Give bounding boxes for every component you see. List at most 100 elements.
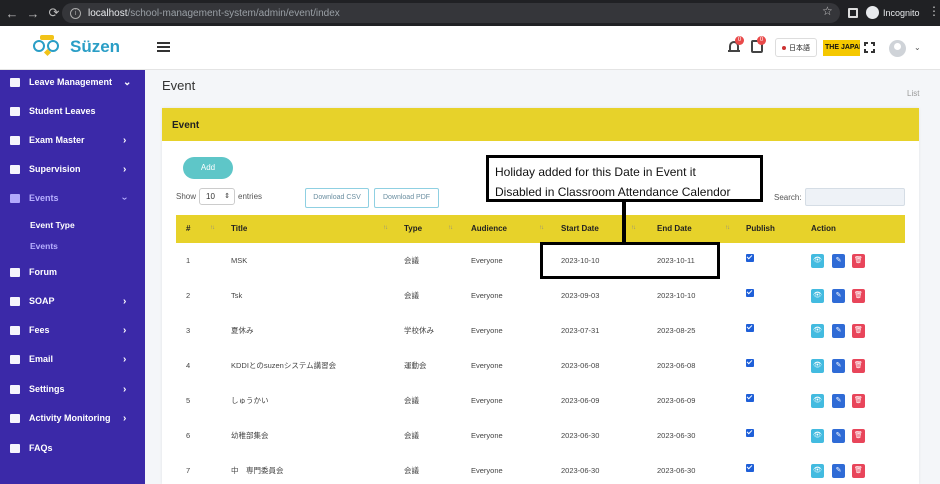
col-type[interactable]: Type (404, 215, 422, 243)
back-icon[interactable]: ← (3, 6, 21, 21)
cell-type: 会議 (404, 291, 419, 300)
chevron-right-icon: › (123, 353, 127, 365)
cell-start-date: 2023-09-03 (561, 291, 600, 300)
col-title[interactable]: Title (231, 215, 247, 243)
delete-button[interactable]: 🗑 (852, 289, 865, 303)
view-button[interactable]: 👁 (811, 254, 824, 268)
reload-icon[interactable]: ⟳ (45, 5, 63, 21)
col-number[interactable]: # (186, 215, 190, 243)
cell-number: 3 (186, 326, 191, 335)
sidebar-item-activity-monitoring[interactable]: Activity Monitoring › (0, 408, 145, 428)
edit-button[interactable]: ✎ (832, 254, 845, 268)
fullscreen-icon[interactable] (864, 42, 875, 53)
publish-checkbox[interactable] (746, 429, 754, 437)
incognito-indicator[interactable]: Incognito (866, 6, 920, 19)
sort-icon[interactable]: ↑↓ (210, 225, 215, 231)
breadcrumb[interactable]: List (907, 89, 919, 98)
site-info-icon[interactable]: i (70, 7, 81, 19)
cell-type: 会議 (404, 431, 419, 440)
cell-end-date: 2023-10-10 (657, 291, 696, 300)
col-end-date[interactable]: End Date (657, 215, 692, 243)
edit-button[interactable]: ✎ (832, 464, 845, 478)
view-button[interactable]: 👁 (811, 429, 824, 443)
sidebar-item-label: Settings (29, 384, 65, 394)
sidebar-subitem-events[interactable]: Events (30, 241, 58, 251)
search-input[interactable] (805, 188, 905, 206)
sort-icon[interactable]: ↑↓ (383, 225, 388, 231)
sidebar-item-forum[interactable]: Forum (0, 262, 145, 282)
view-button[interactable]: 👁 (811, 359, 824, 373)
sidebar-item-faqs[interactable]: FAQs (0, 438, 145, 458)
people-icon (10, 296, 20, 306)
cell-audience: Everyone (471, 361, 503, 370)
publish-checkbox[interactable] (746, 464, 754, 472)
publish-checkbox[interactable] (746, 324, 754, 332)
school-name-badge[interactable]: THE JAPAN (823, 40, 860, 56)
publish-checkbox[interactable] (746, 359, 754, 367)
language-switch-button[interactable]: 日本語 (775, 38, 817, 57)
menu-toggle-icon[interactable] (157, 42, 170, 52)
view-button[interactable]: 👁 (811, 289, 824, 303)
view-button[interactable]: 👁 (811, 464, 824, 478)
sidebar-item-label: Supervision (29, 164, 81, 174)
address-bar[interactable]: i localhost/school-management-system/adm… (62, 3, 840, 23)
sort-icon[interactable]: ↑↓ (448, 225, 453, 231)
col-start-date[interactable]: Start Date (561, 215, 599, 243)
sidebar-item-exam-master[interactable]: Exam Master › (0, 130, 145, 150)
notification-badge: 0 (735, 36, 744, 45)
col-audience[interactable]: Audience (471, 215, 507, 243)
cell-number: 4 (186, 361, 191, 370)
download-csv-button[interactable]: Download CSV (305, 188, 369, 208)
delete-button[interactable]: 🗑 (852, 394, 865, 408)
publish-checkbox[interactable] (746, 254, 754, 262)
annotation-callout: Holiday added for this Date in Event it … (486, 155, 763, 202)
sidebar-subitem-event-type[interactable]: Event Type (30, 220, 75, 230)
sidebar-item-student-leaves[interactable]: Student Leaves (0, 101, 145, 121)
sort-icon[interactable]: ↑↓ (539, 225, 544, 231)
edit-button[interactable]: ✎ (832, 359, 845, 373)
publish-checkbox[interactable] (746, 289, 754, 297)
notification-bell-icon[interactable]: 0 (728, 36, 744, 53)
chevron-down-icon: ⌄ (123, 76, 132, 88)
browser-toolbar: ← → ⟳ i localhost/school-management-syst… (0, 0, 940, 26)
side-panel-icon[interactable] (848, 8, 858, 18)
chevron-right-icon: › (123, 383, 127, 395)
sort-icon[interactable]: ↑↓ (631, 225, 636, 231)
delete-button[interactable]: 🗑 (852, 359, 865, 373)
incognito-icon (866, 6, 879, 19)
annotation-line-1: Holiday added for this Date in Event it (495, 165, 696, 179)
edit-button[interactable]: ✎ (832, 429, 845, 443)
app-logo[interactable]: Süzen (30, 35, 120, 59)
sort-icon[interactable]: ↑↓ (725, 225, 730, 231)
delete-button[interactable]: 🗑 (852, 429, 865, 443)
incognito-label: Incognito (883, 7, 920, 18)
sidebar-item-soap[interactable]: SOAP › (0, 291, 145, 311)
publish-checkbox[interactable] (746, 394, 754, 402)
page-size-select[interactable]: 10 ⇕ (199, 188, 235, 205)
add-event-button[interactable]: Add (183, 157, 233, 179)
edit-button[interactable]: ✎ (832, 289, 845, 303)
forward-icon[interactable]: → (24, 6, 42, 21)
browser-menu-icon[interactable]: ⋮ (928, 4, 940, 18)
col-publish[interactable]: Publish (746, 215, 775, 243)
chevron-down-icon: › (119, 196, 131, 200)
view-button[interactable]: 👁 (811, 394, 824, 408)
bookmark-star-icon[interactable]: ☆ (822, 4, 833, 18)
sidebar-item-events[interactable]: Events › (0, 188, 145, 208)
delete-button[interactable]: 🗑 (852, 254, 865, 268)
cell-title: 幼稚部集会 (231, 431, 269, 440)
view-button[interactable]: 👁 (811, 324, 824, 338)
delete-button[interactable]: 🗑 (852, 464, 865, 478)
sidebar-item-fees[interactable]: Fees › (0, 320, 145, 340)
avatar[interactable] (889, 40, 906, 57)
sidebar-item-supervision[interactable]: Supervision › (0, 159, 145, 179)
chevron-down-icon[interactable]: ⌄ (914, 43, 921, 52)
sidebar-item-settings[interactable]: Settings › (0, 379, 145, 399)
edit-button[interactable]: ✎ (832, 324, 845, 338)
delete-button[interactable]: 🗑 (852, 324, 865, 338)
calendar-notification-icon[interactable]: 0 (751, 36, 766, 53)
sidebar-item-email[interactable]: Email › (0, 349, 145, 369)
edit-button[interactable]: ✎ (832, 394, 845, 408)
download-pdf-button[interactable]: Download PDF (374, 188, 439, 208)
sidebar-item-leave-management[interactable]: Leave Management ⌄ (0, 72, 145, 92)
